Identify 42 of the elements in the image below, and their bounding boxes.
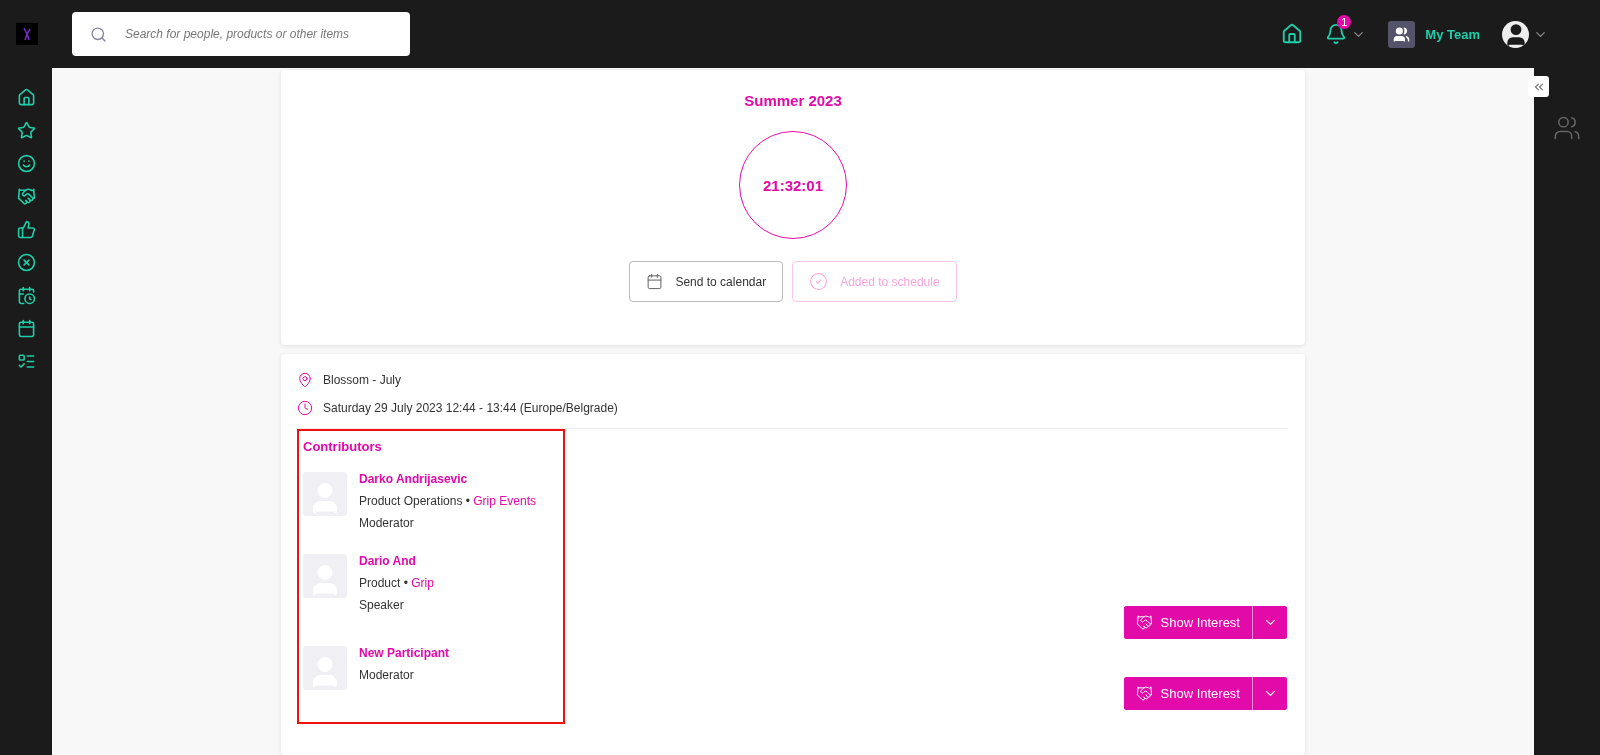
contributor-role: Moderator: [359, 668, 415, 682]
logo: [16, 23, 38, 45]
calendar-clock-icon[interactable]: [16, 286, 36, 305]
location-pin-icon: [297, 372, 313, 388]
user-avatar[interactable]: [1502, 20, 1529, 48]
contributors-heading: Contributors: [303, 439, 383, 454]
handshake-icon: [1135, 684, 1153, 702]
handshake-icon: [1135, 613, 1153, 631]
show-interest-button[interactable]: Show Interest: [1123, 676, 1253, 710]
search-bar[interactable]: Search for people, products or other items: [72, 12, 410, 56]
company-link[interactable]: Grip Events: [473, 494, 536, 508]
smiley-icon[interactable]: [16, 154, 36, 173]
search-icon: [90, 25, 107, 43]
contributor-name[interactable]: Dario And: [359, 554, 434, 568]
contributor-job: Product Operations • Grip Events: [359, 494, 536, 508]
circle-x-icon[interactable]: [16, 253, 36, 272]
contributor-role: Speaker: [359, 598, 405, 612]
list-icon[interactable]: [16, 352, 36, 371]
home-icon[interactable]: [16, 88, 36, 107]
calendar-icon[interactable]: [16, 319, 36, 338]
contributor-name[interactable]: Darko Andrijasevic: [359, 472, 536, 486]
people-icon[interactable]: [1553, 114, 1581, 142]
calendar-icon: [646, 273, 664, 290]
location-text: Blossom - July: [323, 373, 402, 387]
session-title: Summer 2023: [744, 92, 842, 109]
notification-count: 1: [1337, 15, 1352, 29]
star-icon[interactable]: [16, 121, 36, 140]
collapse-button[interactable]: [1528, 76, 1549, 97]
time-text: Saturday 29 July 2023 12:44 - 13:44 (Europe/Belgrade): [323, 401, 618, 415]
contributor-role: Moderator: [359, 516, 415, 530]
team-icon[interactable]: [1388, 20, 1416, 48]
handshake-icon[interactable]: [16, 187, 36, 206]
contributor-job: Product • Grip: [359, 576, 434, 590]
show-interest-button[interactable]: Show Interest: [1123, 605, 1253, 639]
contributor-name[interactable]: New Participant: [359, 646, 450, 660]
clock-icon: [297, 400, 313, 416]
check-circle-icon: [809, 272, 829, 291]
thumbs-up-icon[interactable]: [16, 220, 36, 239]
company-link[interactable]: Grip: [411, 576, 434, 590]
team-link[interactable]: My Team: [1425, 26, 1480, 42]
send-to-calendar-button[interactable]: Send to calendar: [629, 261, 784, 302]
home-icon[interactable]: [1281, 23, 1304, 45]
